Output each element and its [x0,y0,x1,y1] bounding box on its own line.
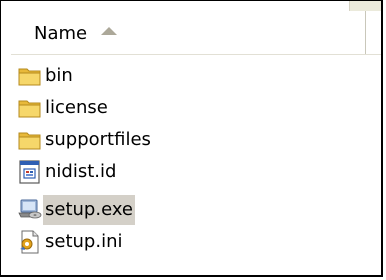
top-strip [2,1,381,11]
folder-icon [17,95,43,121]
file-name: setup.ini [45,231,123,252]
header-corner [349,1,381,11]
file-name: setup.exe [43,195,135,225]
list-item-nidist-id[interactable]: nidist.id [17,157,118,187]
name-column-label: Name [34,23,88,44]
list-item-setup-ini[interactable]: setup.ini [17,227,124,257]
list-item-license[interactable]: license [17,93,110,123]
settings-file-icon [17,229,43,255]
column-header-bar: Name [11,11,381,55]
list-item-setup-exe[interactable]: setup.exe [17,195,135,225]
file-name: license [45,97,108,118]
sort-ascending-icon [101,27,117,35]
installer-icon [17,197,43,223]
name-column-header[interactable]: Name [11,11,366,54]
id-file-icon [17,159,43,185]
file-name: supportfiles [45,129,151,150]
list-item-supportfiles[interactable]: supportfiles [17,125,153,155]
file-list-window: Name bin license supportfiles nidist.id … [0,0,383,277]
folder-icon [17,127,43,153]
folder-icon [17,63,43,89]
file-name: nidist.id [45,161,117,182]
list-item-bin[interactable]: bin [17,61,75,91]
file-name: bin [45,65,73,86]
